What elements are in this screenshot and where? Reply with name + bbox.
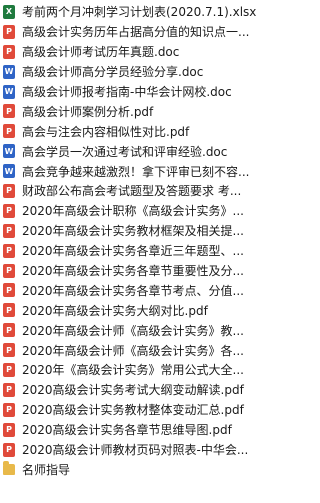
pdf-file-icon: P xyxy=(3,323,15,338)
file-item[interactable]: P 2020高级会计实务考试大纲变动解读.pdf xyxy=(0,380,274,400)
file-item[interactable]: W 高会竞争越来越激烈！拿下评审已刻不容... xyxy=(0,161,274,181)
file-name: 高级会计师报考指南-中华会计网校.doc xyxy=(22,85,232,99)
file-item[interactable]: P 2020年高级会计实务大纲对比.pdf xyxy=(0,300,274,320)
pdf-file-icon: P xyxy=(3,442,15,457)
file-item[interactable]: P 高级会计师案例分析.pdf xyxy=(0,101,274,121)
pdf-file-icon: P xyxy=(3,243,15,258)
pdf-file-icon: P xyxy=(3,104,15,119)
pdf-file-icon: P xyxy=(3,283,15,298)
pdf-file-icon: P xyxy=(3,402,15,417)
file-name: 2020年《高级会计实务》常用公式大全... xyxy=(22,363,244,378)
pdf-file-icon: P xyxy=(3,24,15,39)
file-name: 2020高级会计师教材页码对照表-中华会... xyxy=(22,443,249,458)
file-list: X 考前两个月冲刺学习计划表(2020.7.1).xlsx P 高级会计实务历年占据高… xyxy=(0,0,274,479)
file-name: 高会竞争越来越激烈！拿下评审已刻不容... xyxy=(22,164,250,179)
pdf-file-icon: P xyxy=(3,303,15,318)
file-item[interactable]: P 2020年高级会计职称《高级会计实务》... xyxy=(0,201,274,221)
pdf-file-icon: P xyxy=(3,183,15,198)
file-item[interactable]: P 2020年高级会计师《高级会计实务》各... xyxy=(0,340,274,360)
file-item[interactable]: P 2020年高级会计师《高级会计实务》教... xyxy=(0,320,274,340)
file-name: 财政部公布高会考试题型及答题要求 考... xyxy=(22,184,242,199)
pdf-file-icon: P xyxy=(3,263,15,278)
pdf-file-icon: P xyxy=(3,44,15,59)
file-name: 高级会计师高分学员经验分享.doc xyxy=(22,65,204,80)
file-item[interactable]: P 高级会计实务历年占据高分值的知识点一... xyxy=(0,22,274,42)
xlsx-file-icon: X xyxy=(3,4,15,19)
file-name: 2020年高级会计实务各章节考点、分值... xyxy=(22,283,244,298)
file-item[interactable]: P 财政部公布高会考试题型及答题要求 考... xyxy=(0,181,274,201)
file-item[interactable]: X 考前两个月冲刺学习计划表(2020.7.1).xlsx xyxy=(0,2,274,22)
file-name: 2020高级会计实务各章节思维导图.pdf xyxy=(22,423,232,438)
file-name: 2020年高级会计师《高级会计实务》教... xyxy=(22,323,244,338)
folder-item[interactable]: 名师指导 xyxy=(0,459,274,479)
pdf-file-icon: P xyxy=(3,124,15,139)
file-name: 2020年高级会计师《高级会计实务》各... xyxy=(22,343,244,358)
file-name: 2020年高级会计实务各章节重要性及分... xyxy=(22,264,244,279)
doc-file-icon: W xyxy=(3,84,15,99)
file-name: 2020年高级会计实务大纲对比.pdf xyxy=(22,303,208,318)
file-item[interactable]: P 2020年高级会计实务教材框架及相关提... xyxy=(0,221,274,241)
file-name: 高会学员一次通过考试和评审经验.doc xyxy=(22,144,228,159)
pdf-file-icon: P xyxy=(3,362,15,377)
file-item[interactable]: P 高级会计师考试历年真题.doc xyxy=(0,42,274,62)
file-item[interactable]: P 2020年《高级会计实务》常用公式大全... xyxy=(0,360,274,380)
file-name: 2020年高级会计实务各章近三年题型、... xyxy=(22,244,244,259)
file-name: 高会与注会内容相似性对比.pdf xyxy=(22,124,190,139)
file-name: 2020年高级会计职称《高级会计实务》... xyxy=(22,204,244,219)
file-item[interactable]: W 高级会计师高分学员经验分享.doc xyxy=(0,62,274,82)
pdf-file-icon: P xyxy=(3,422,15,437)
file-item[interactable]: P 2020年高级会计实务各章节重要性及分... xyxy=(0,261,274,281)
file-item[interactable]: P 高会与注会内容相似性对比.pdf xyxy=(0,121,274,141)
folder-icon xyxy=(3,460,15,475)
file-name: 2020高级会计实务教材整体变动汇总.pdf xyxy=(22,403,244,418)
file-name: 名师指导 xyxy=(22,462,71,477)
pdf-file-icon: P xyxy=(3,343,15,358)
doc-file-icon: W xyxy=(3,164,15,179)
pdf-file-icon: P xyxy=(3,223,15,238)
file-name: 高级会计师考试历年真题.doc xyxy=(22,45,180,60)
file-name: 2020年高级会计实务教材框架及相关提... xyxy=(22,224,244,239)
pdf-file-icon: P xyxy=(3,382,15,397)
doc-file-icon: W xyxy=(3,64,15,79)
file-item[interactable]: P 2020高级会计师教材页码对照表-中华会... xyxy=(0,440,274,460)
file-item[interactable]: P 2020高级会计实务教材整体变动汇总.pdf xyxy=(0,400,274,420)
file-item[interactable]: W 高会学员一次通过考试和评审经验.doc xyxy=(0,141,274,161)
file-name: 2020高级会计实务考试大纲变动解读.pdf xyxy=(22,383,244,398)
file-name: 高级会计师案例分析.pdf xyxy=(22,104,154,119)
file-item[interactable]: W 高级会计师报考指南-中华会计网校.doc xyxy=(0,82,274,102)
file-name: 考前两个月冲刺学习计划表(2020.7.1).xlsx xyxy=(22,5,257,20)
file-item[interactable]: P 2020高级会计实务各章节思维导图.pdf xyxy=(0,420,274,440)
doc-file-icon: W xyxy=(3,144,15,159)
file-item[interactable]: P 2020年高级会计实务各章节考点、分值... xyxy=(0,280,274,300)
file-name: 高级会计实务历年占据高分值的知识点一... xyxy=(22,25,250,40)
file-item[interactable]: P 2020年高级会计实务各章近三年题型、... xyxy=(0,241,274,261)
pdf-file-icon: P xyxy=(3,203,15,218)
